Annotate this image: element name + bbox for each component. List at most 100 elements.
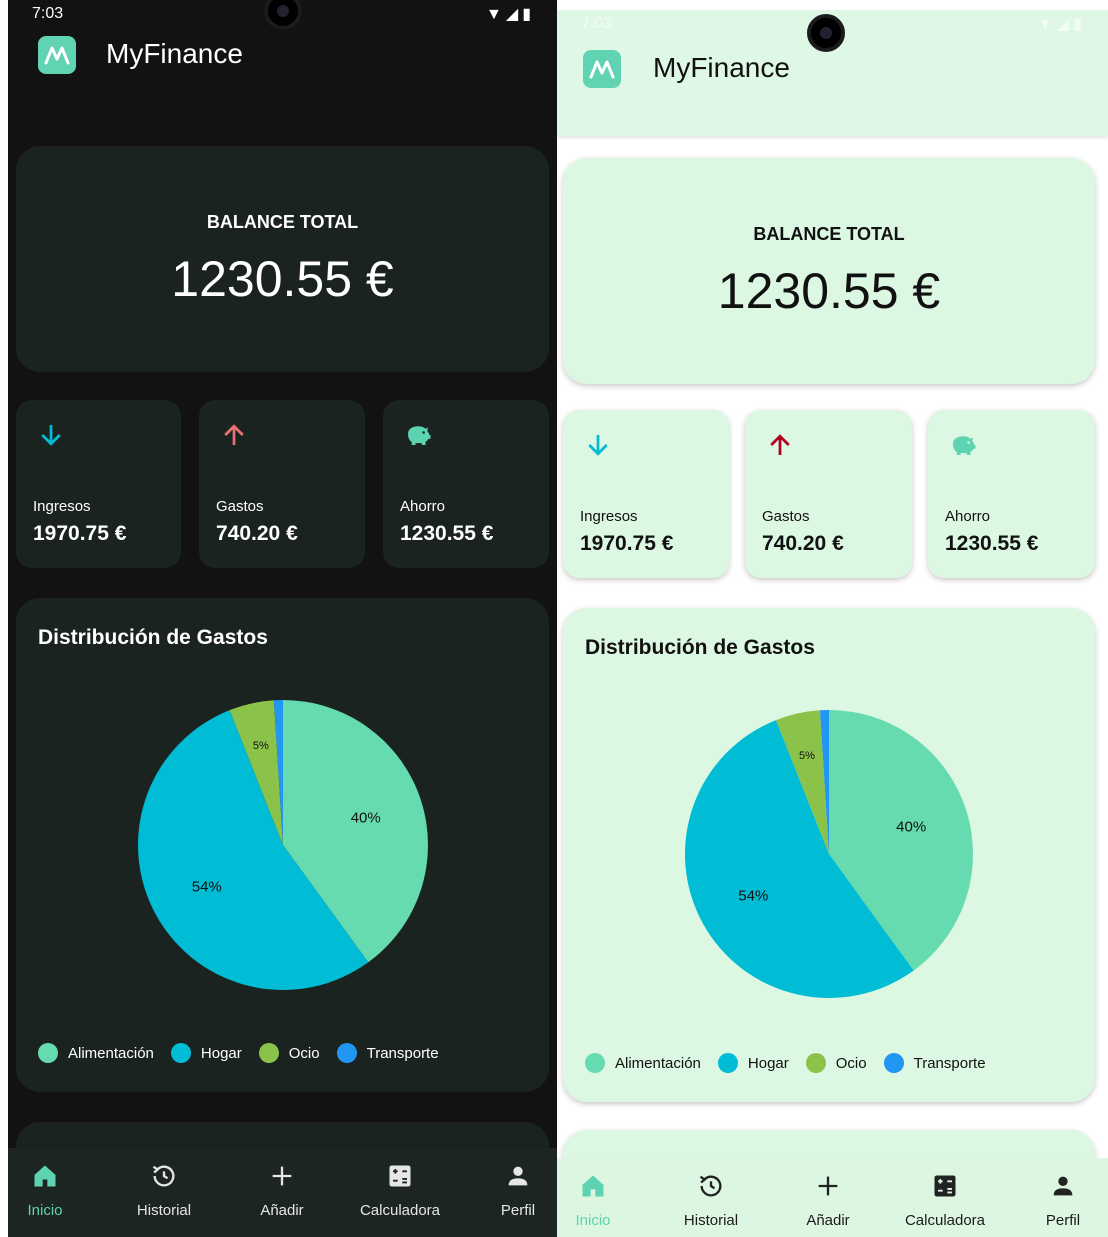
savings-value: 1230.55 € xyxy=(400,522,494,545)
legend-item-alimentacion: Alimentación xyxy=(585,1053,701,1073)
legend-dot xyxy=(170,1043,191,1063)
calculator-icon xyxy=(934,1175,956,1197)
savings-card: Ahorro 1230.55 € xyxy=(383,400,549,568)
nav-label: Inicio xyxy=(27,1202,63,1219)
legend-item-hogar: Hogar xyxy=(717,1053,789,1073)
arrow-down-icon xyxy=(588,435,608,456)
arrow-up-icon xyxy=(224,424,244,445)
nav-anadir[interactable]: Añadir xyxy=(773,1172,883,1229)
legend-label: Ocio xyxy=(288,1044,320,1062)
nav-calculadora[interactable]: Calculadora xyxy=(890,1172,1000,1229)
legend-dot xyxy=(717,1053,738,1073)
nav-label: Añadir xyxy=(806,1212,850,1229)
nav-perfil[interactable]: Perfil xyxy=(1008,1172,1108,1229)
legend-dot xyxy=(883,1053,904,1073)
income-value: 1970.75 € xyxy=(33,522,127,545)
legend-label: Alimentación xyxy=(615,1054,701,1072)
app-logo-icon xyxy=(38,36,76,74)
pie-label-alimentación: 40% xyxy=(896,818,927,836)
expenses-card: Gastos 740.20 € xyxy=(199,400,365,568)
nav-perfil[interactable]: Perfil xyxy=(463,1162,557,1219)
balance-card: BALANCE TOTAL 1230.55 € xyxy=(563,158,1095,384)
nav-label: Calculadora xyxy=(904,1212,986,1229)
piggy-bank-icon xyxy=(408,426,431,445)
legend-label: Alimentación xyxy=(68,1044,154,1062)
app-title: MyFinance xyxy=(653,52,790,83)
nav-inicio[interactable]: Inicio xyxy=(8,1162,100,1219)
expense-pie-chart: 40% 54% 5% xyxy=(685,710,973,998)
legend-dot xyxy=(336,1043,357,1063)
expenses-card: Gastos 740.20 € xyxy=(745,410,912,578)
legend-dot xyxy=(805,1053,826,1073)
legend-item-alimentacion: Alimentación xyxy=(38,1043,154,1063)
arrow-down-icon xyxy=(41,425,61,446)
arrow-up-icon xyxy=(770,434,790,455)
distribution-title: Distribución de Gastos xyxy=(38,626,268,649)
balance-label: BALANCE TOTAL xyxy=(753,224,905,244)
income-card: Ingresos 1970.75 € xyxy=(563,410,729,578)
income-label: Ingresos xyxy=(580,508,638,525)
history-icon xyxy=(152,1165,175,1187)
pie-label-hogar: 54% xyxy=(191,878,222,896)
nav-historial[interactable]: Historial xyxy=(109,1162,219,1219)
legend-dot xyxy=(38,1043,58,1063)
legend-item-hogar: Hogar xyxy=(170,1043,242,1063)
nav-label: Perfil xyxy=(500,1202,536,1219)
legend-label: Hogar xyxy=(747,1054,789,1072)
balance-value: 1230.55 € xyxy=(717,263,941,319)
pie-label-alimentación: 40% xyxy=(350,809,381,827)
plus-icon xyxy=(818,1176,838,1196)
app-bar: 7:03 ▼◢▮ MyFinance xyxy=(8,0,557,120)
savings-label: Ahorro xyxy=(945,508,991,525)
bottom-nav: Inicio Historial Añadir Calculadora Perf… xyxy=(557,1158,1108,1237)
nav-anadir[interactable]: Añadir xyxy=(227,1162,337,1219)
balance-label: BALANCE TOTAL xyxy=(206,212,359,232)
nav-label: Inicio xyxy=(575,1212,611,1229)
legend-dot xyxy=(258,1043,279,1063)
pie-label-ocio: 5% xyxy=(799,749,815,762)
legend-item-ocio: Ocio xyxy=(258,1043,320,1063)
expenses-value: 740.20 € xyxy=(762,532,844,555)
person-icon xyxy=(508,1166,528,1186)
pie-svg xyxy=(137,700,428,990)
income-card: Ingresos 1970.75 € xyxy=(16,400,181,568)
legend-label: Ocio xyxy=(835,1054,867,1072)
distribution-title: Distribución de Gastos xyxy=(585,636,815,659)
person-icon xyxy=(1053,1176,1073,1196)
savings-label: Ahorro xyxy=(400,498,446,515)
nav-inicio[interactable]: Inicio xyxy=(557,1172,648,1229)
legend-dot xyxy=(585,1053,605,1073)
nav-label: Perfil xyxy=(1045,1212,1081,1229)
nav-historial[interactable]: Historial xyxy=(656,1172,766,1229)
nav-label: Calculadora xyxy=(359,1202,441,1219)
history-icon xyxy=(699,1175,722,1197)
legend-item-transporte: Transporte xyxy=(883,1053,986,1073)
legend-item-transporte: Transporte xyxy=(336,1043,439,1063)
nav-label: Añadir xyxy=(260,1202,304,1219)
legend-label: Hogar xyxy=(200,1044,242,1062)
app-logo-icon xyxy=(583,50,621,88)
balance-value: 1230.55 € xyxy=(171,251,394,307)
camera-cutout xyxy=(807,14,845,52)
income-label: Ingresos xyxy=(33,498,91,515)
expenses-label: Gastos xyxy=(216,498,264,515)
home-icon xyxy=(34,1165,56,1187)
status-time: 7:03 xyxy=(581,15,613,32)
legend-item-ocio: Ocio xyxy=(805,1053,867,1073)
pie-svg xyxy=(685,710,973,998)
legend-label: Transporte xyxy=(913,1054,986,1072)
nav-calculadora[interactable]: Calculadora xyxy=(345,1162,455,1219)
status-icons: ▼◢▮ xyxy=(1037,16,1086,33)
light-theme-screen: 7:03 ▼◢▮ MyFinance BALANCE TOTAL 1230.55… xyxy=(557,10,1108,1237)
expenses-value: 740.20 € xyxy=(216,522,298,545)
savings-value: 1230.55 € xyxy=(945,532,1039,555)
piggy-bank-icon xyxy=(953,436,976,455)
balance-card: BALANCE TOTAL 1230.55 € xyxy=(16,146,549,372)
distribution-card: Distribución de Gastos 40% 54% 5% Alimenta… xyxy=(563,608,1095,1102)
nav-label: Historial xyxy=(136,1202,192,1219)
legend-label: Transporte xyxy=(366,1044,439,1062)
status-time: 7:03 xyxy=(32,5,64,22)
chart-legend: Alimentación Hogar Ocio Transporte xyxy=(38,1043,456,1063)
expenses-label: Gastos xyxy=(762,508,810,525)
plus-icon xyxy=(272,1166,292,1186)
